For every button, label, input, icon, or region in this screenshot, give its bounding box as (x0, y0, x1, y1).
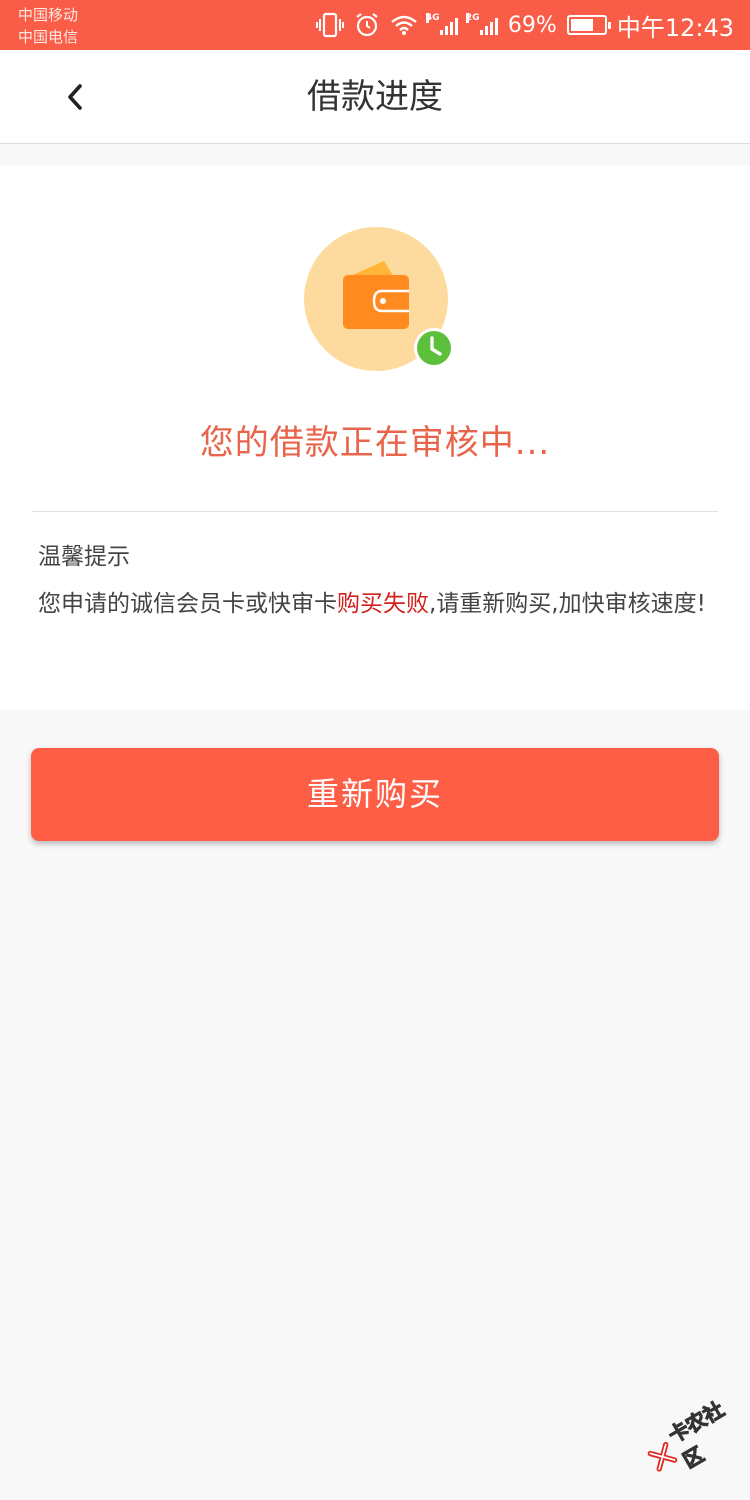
clock-icon (414, 328, 454, 368)
network-type-2: 2G (465, 13, 480, 23)
carrier-1: 中国移动 (18, 6, 79, 24)
battery-percent: 69% (507, 12, 557, 38)
card-zigzag-edge (0, 700, 750, 710)
carrier-2: 中国电信 (18, 28, 79, 46)
tip-text: 您申请的诚信会员卡或快审卡购买失败,请重新购买,加快审核速度! (38, 589, 728, 619)
tip-title: 温馨提示 (38, 544, 130, 570)
alarm-icon (354, 12, 380, 38)
rebuy-button[interactable]: 重新购买 (31, 748, 719, 841)
status-icons: 4G 2G 69% 中午12:43 (315, 0, 734, 50)
watermark: 卡农社区 (638, 1389, 750, 1487)
divider (32, 511, 718, 512)
wallet-icon (343, 261, 409, 329)
signal-icon: 4G (425, 13, 458, 35)
network-type-1: 4G (425, 13, 440, 23)
wifi-icon (390, 14, 418, 36)
review-status-message: 您的借款正在审核中... (199, 423, 551, 463)
battery-fill (570, 19, 593, 31)
status-bar: 中国移动 中国电信 4G 2G 69% 中午12:43 (0, 0, 750, 50)
tip-text-after: ,请重新购买,加快审核速度! (429, 591, 706, 617)
signal-icon-2: 2G (465, 13, 498, 35)
page-title: 借款进度 (307, 77, 443, 117)
tip-text-before: 您申请的诚信会员卡或快审卡 (38, 591, 337, 617)
carrier-info: 中国移动 中国电信 (18, 4, 78, 48)
chevron-left-icon (68, 84, 82, 110)
progress-card: 您的借款正在审核中... 温馨提示 您申请的诚信会员卡或快审卡购买失败,请重新购… (0, 165, 750, 710)
back-button[interactable] (50, 72, 100, 122)
clock: 中午12:43 (616, 13, 734, 42)
tip-text-highlight: 购买失败 (337, 591, 429, 617)
nav-bar: 借款进度 (0, 50, 750, 144)
vibrate-icon (315, 12, 344, 38)
battery-icon (566, 15, 611, 35)
